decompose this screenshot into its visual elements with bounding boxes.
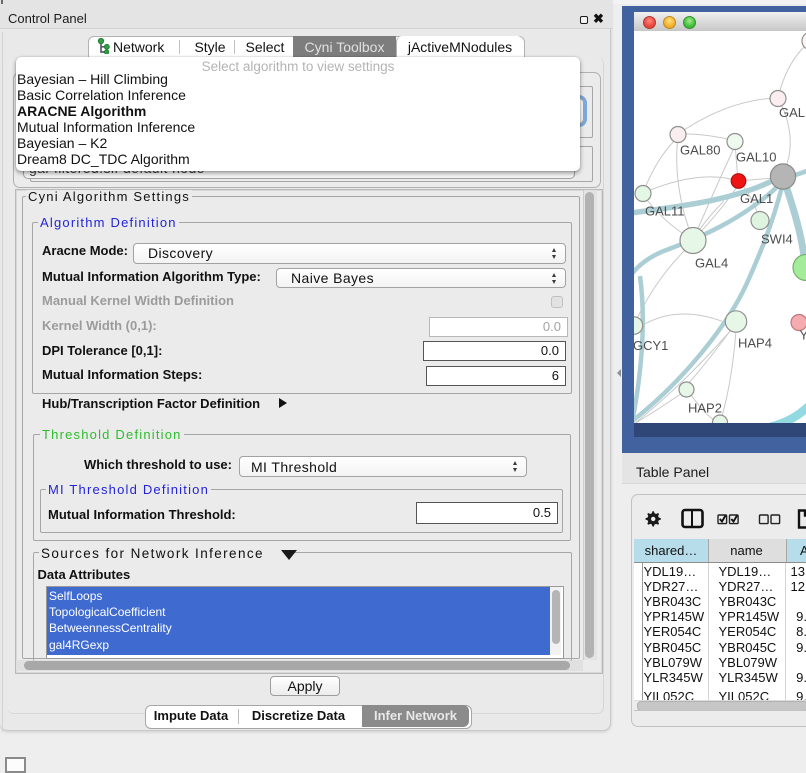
svg-text:SWI4: SWI4 [761, 232, 793, 247]
svg-text:GAL10: GAL10 [736, 150, 776, 165]
svg-text:GCY1: GCY1 [634, 338, 668, 353]
svg-text:HAP4: HAP4 [738, 336, 772, 351]
svg-text:HAP2: HAP2 [688, 401, 722, 416]
svg-text:GAL80: GAL80 [680, 143, 720, 158]
svg-text:Y: Y [800, 328, 806, 343]
svg-text:GAL4: GAL4 [695, 256, 728, 271]
svg-text:GAL1: GAL1 [740, 191, 773, 206]
svg-text:GAL11: GAL11 [645, 204, 685, 219]
svg-text:GAL: GAL [779, 105, 805, 120]
